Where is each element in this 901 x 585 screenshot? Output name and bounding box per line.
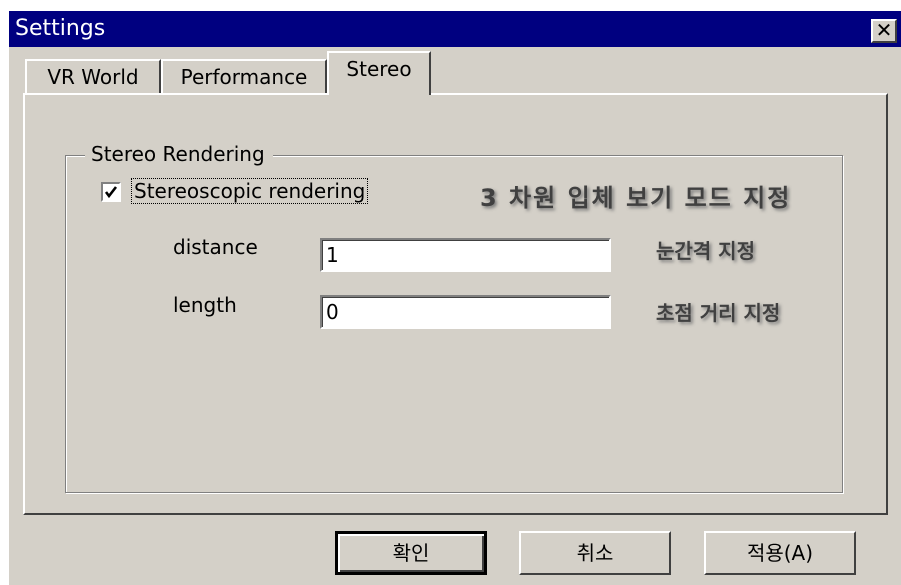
stereoscopic-checkbox-label[interactable]: Stereoscopic rendering (131, 178, 369, 204)
tab-stereo[interactable]: Stereo (327, 51, 431, 95)
distance-input[interactable]: 1 (320, 238, 611, 272)
annotation-eye-distance: 눈간격 지정 (656, 239, 755, 263)
distance-label: distance (173, 235, 258, 259)
window-title: Settings (15, 16, 106, 41)
title-bar[interactable]: Settings ✕ (9, 11, 901, 47)
stereoscopic-checkbox[interactable] (101, 182, 121, 202)
tab-panel-stereo: Stereo Rendering Stereoscopic rendering … (23, 93, 888, 515)
settings-dialog: Settings ✕ VR World Performance Stereo S… (8, 10, 901, 585)
checkmark-icon (104, 186, 118, 199)
annotation-focal-length: 초점 거리 지정 (656, 301, 781, 325)
apply-button[interactable]: 적용(A) (704, 531, 856, 575)
annotation-stereo-mode: 3 차원 입체 보기 모드 지정 (480, 184, 792, 212)
tab-vr-world[interactable]: VR World (25, 59, 161, 95)
length-label: length (173, 293, 237, 317)
ok-button[interactable]: 확인 (335, 531, 487, 575)
group-label: Stereo Rendering (85, 141, 273, 167)
length-input[interactable]: 0 (320, 295, 611, 329)
close-icon: ✕ (875, 18, 893, 42)
tab-label: VR World (47, 65, 139, 89)
tab-label: Stereo (346, 57, 412, 81)
tab-label: Performance (180, 65, 308, 89)
close-button[interactable]: ✕ (871, 19, 897, 43)
cancel-button[interactable]: 취소 (519, 531, 671, 575)
tab-performance[interactable]: Performance (161, 59, 327, 95)
